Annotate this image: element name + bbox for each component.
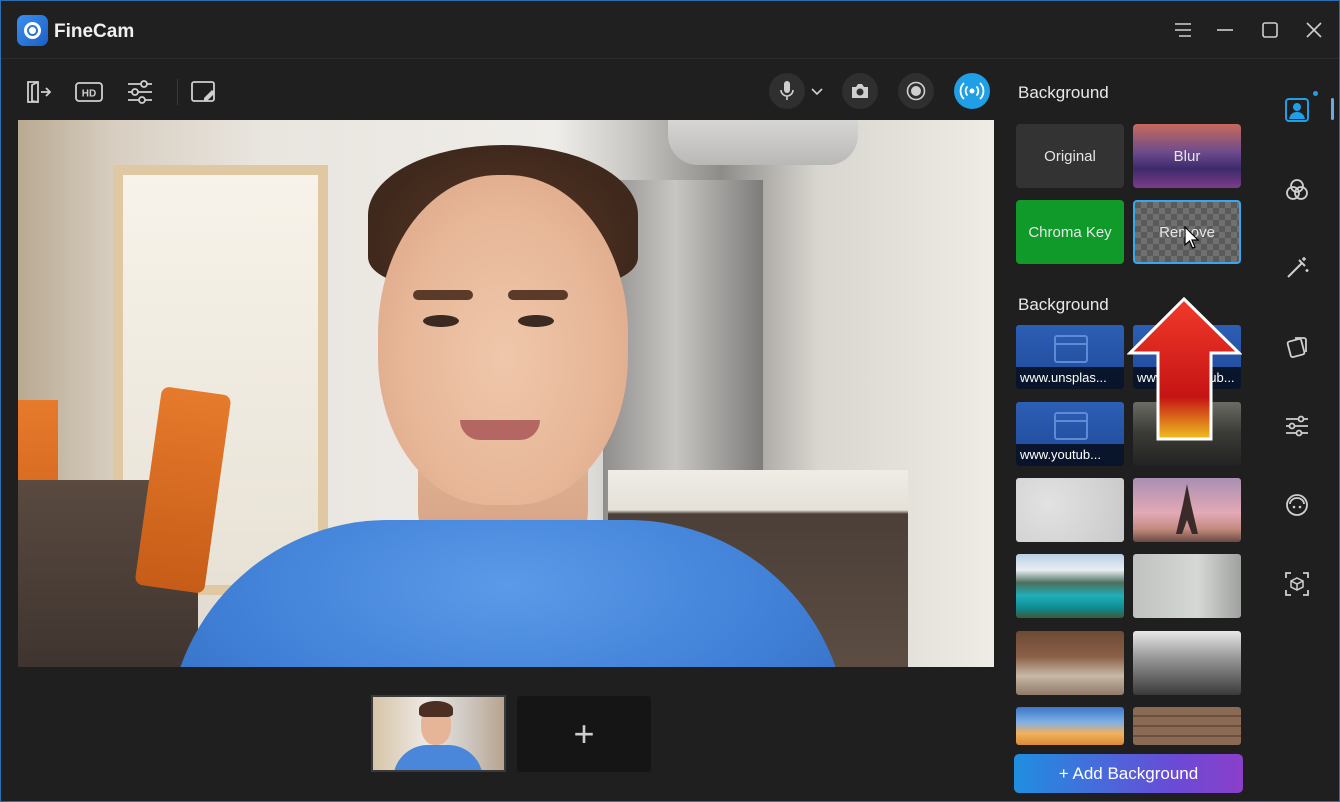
notification-dot: [1313, 91, 1318, 96]
bg-item-white-wall[interactable]: [1016, 478, 1124, 542]
preview-person-brow: [508, 290, 568, 300]
adjustments-icon[interactable]: [1279, 408, 1315, 444]
bg-mode-chroma-key[interactable]: Chroma Key: [1016, 200, 1124, 264]
whiteboard-icon[interactable]: [187, 75, 221, 109]
camera-thumbnail[interactable]: [371, 695, 506, 772]
minimize-icon[interactable]: [1210, 15, 1240, 45]
svg-text:HD: HD: [82, 89, 96, 100]
preview-person-face: [378, 175, 628, 505]
background-mode-title: Background: [1018, 83, 1109, 103]
panel-scrollbar[interactable]: [1331, 98, 1334, 120]
mouse-cursor-icon: [1184, 226, 1200, 250]
eiffel-tower-icon: [1133, 478, 1241, 542]
bg-item-loft[interactable]: [1133, 631, 1241, 695]
sliders-icon[interactable]: [123, 75, 157, 109]
preview-range-hood: [668, 120, 858, 165]
title-bar: FineCam: [1, 1, 1339, 59]
sticker-icon[interactable]: [1279, 329, 1315, 365]
preview-person-mouth: [460, 420, 540, 440]
close-icon[interactable]: [1299, 15, 1329, 45]
bg-item-library[interactable]: [1016, 631, 1124, 695]
thumb-person-shirt: [393, 745, 483, 772]
bg-mode-original[interactable]: Original: [1016, 124, 1124, 188]
preview-person-eye: [423, 315, 459, 327]
chevron-down-icon[interactable]: [807, 75, 827, 109]
filters-icon[interactable]: [1279, 172, 1315, 208]
bg-item-unsplash[interactable]: www.unsplas...: [1016, 325, 1124, 389]
bg-item-desert[interactable]: [1016, 707, 1124, 745]
preview-person-eye: [518, 315, 554, 327]
red-arrow-annotation: [1127, 297, 1242, 442]
bg-item-youtube[interactable]: www.youtub...: [1016, 402, 1124, 466]
magic-wand-icon[interactable]: [1279, 250, 1315, 286]
thumb-person-hair: [419, 701, 453, 717]
web-icon: [1054, 335, 1088, 363]
maximize-icon[interactable]: [1255, 15, 1285, 45]
bg-item-label: www.unsplas...: [1016, 367, 1124, 389]
exit-icon[interactable]: [21, 75, 55, 109]
bg-item-label: www.youtub...: [1016, 444, 1124, 466]
toolbar-divider: [177, 79, 178, 105]
portrait-icon[interactable]: [1279, 92, 1315, 128]
web-icon: [1054, 412, 1088, 440]
camera-preview: [18, 120, 994, 667]
finecam-logo-icon: [17, 15, 48, 46]
bg-item-eiffel-tower[interactable]: [1133, 478, 1241, 542]
app-window: FineCam HD: [0, 0, 1340, 802]
menu-icon[interactable]: [1168, 15, 1198, 45]
broadcast-button[interactable]: [954, 73, 990, 109]
bg-item-mountain-lake[interactable]: [1016, 554, 1124, 618]
snapshot-button[interactable]: [842, 73, 878, 109]
add-camera-button[interactable]: +: [517, 696, 651, 772]
avatar-icon[interactable]: [1279, 487, 1315, 523]
background-gallery-title: Background: [1018, 295, 1109, 315]
bg-item-brick-wall[interactable]: [1133, 707, 1241, 745]
app-title: FineCam: [54, 21, 134, 43]
hd-button[interactable]: HD: [72, 75, 106, 109]
bg-mode-blur[interactable]: Blur: [1133, 124, 1241, 188]
record-button[interactable]: [898, 73, 934, 109]
ar-cube-icon[interactable]: [1279, 566, 1315, 602]
add-background-button[interactable]: + Add Background: [1014, 754, 1243, 793]
bg-item-grey-room[interactable]: [1133, 554, 1241, 618]
preview-person-brow: [413, 290, 473, 300]
microphone-button[interactable]: [769, 73, 805, 109]
